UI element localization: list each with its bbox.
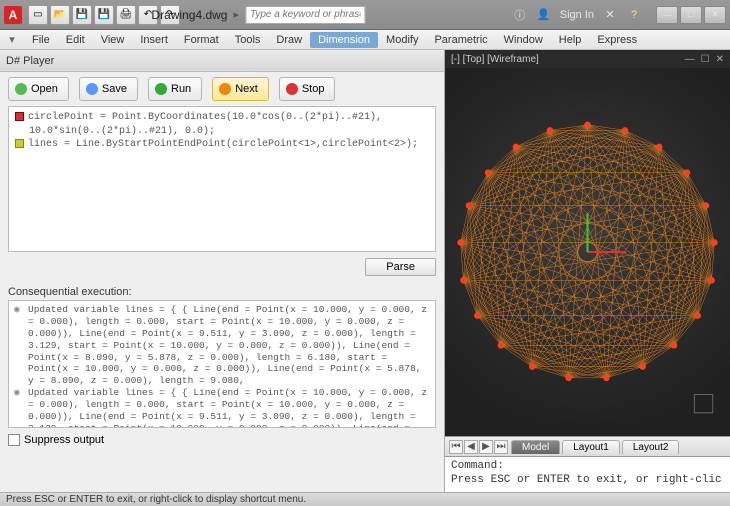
vp-restore-icon[interactable]: ☐ xyxy=(701,54,710,65)
player-toolbar: Open Save Run Next Stop xyxy=(0,72,444,106)
layout-tab-row: ⏮ ◀ ▶ ⏭ Model Layout1 Layout2 xyxy=(445,436,730,456)
menu-bar: ▾ File Edit View Insert Format Tools Dra… xyxy=(0,30,730,50)
tab-layout2[interactable]: Layout2 xyxy=(622,440,680,454)
tab-model[interactable]: Model xyxy=(511,440,560,454)
menu-format[interactable]: Format xyxy=(176,32,227,48)
menu-view[interactable]: View xyxy=(93,32,133,48)
bullet-icon: ◉ xyxy=(14,387,28,428)
tab-first-icon[interactable]: ⏮ xyxy=(449,440,463,454)
menu-edit[interactable]: Edit xyxy=(58,32,93,48)
menu-insert[interactable]: Insert xyxy=(132,32,176,48)
stop-button[interactable]: Stop xyxy=(279,77,336,101)
code-editor[interactable]: circlePoint = Point.ByCoordinates(10.0*c… xyxy=(8,106,436,252)
code-text: lines = Line.ByStartPointEndPoint(circle… xyxy=(28,139,418,150)
execution-output[interactable]: ◉Updated variable lines = { { Line(end =… xyxy=(8,300,436,428)
current-line-icon[interactable] xyxy=(15,139,24,148)
code-text: 10.0*sin(0..(2*pi)..#21), 0.0); xyxy=(15,125,429,139)
exchange-icon[interactable]: ✕ xyxy=(602,7,618,23)
menu-file[interactable]: File xyxy=(24,32,58,48)
workspace-dropdown-icon[interactable]: ▾ xyxy=(4,32,20,48)
command-text: Press ESC or ENTER to exit, or right-cli… xyxy=(451,473,724,487)
command-line[interactable]: Command: Press ESC or ENTER to exit, or … xyxy=(445,456,730,492)
run-button[interactable]: Run xyxy=(148,77,202,101)
qat-open-icon[interactable]: 📂 xyxy=(50,5,70,25)
panel-title: D# Player xyxy=(0,50,444,72)
qat-plot-icon[interactable]: 🖨 xyxy=(116,5,136,25)
command-text: Command: xyxy=(451,459,724,473)
suppress-label: Suppress output xyxy=(24,434,104,446)
qat-saveas-icon[interactable]: 💾 xyxy=(94,5,114,25)
signin-label[interactable]: Sign In xyxy=(560,9,594,21)
maximize-icon[interactable]: ☐ xyxy=(680,6,702,24)
help-icon[interactable]: ? xyxy=(626,7,642,23)
infocenter-icon[interactable]: ⓘ xyxy=(512,7,528,23)
parse-button[interactable]: Parse xyxy=(365,258,436,276)
breakpoint-icon[interactable] xyxy=(15,112,24,121)
menu-modify[interactable]: Modify xyxy=(378,32,426,48)
viewport-panel: [-] [Top] [Wireframe] — ☐ ✕ ⏮ ◀ ▶ ⏭ Mode… xyxy=(445,50,730,492)
qat-save-icon[interactable]: 💾 xyxy=(72,5,92,25)
status-text: Press ESC or ENTER to exit, or right-cli… xyxy=(6,494,306,505)
menu-help[interactable]: Help xyxy=(551,32,590,48)
menu-parametric[interactable]: Parametric xyxy=(426,32,495,48)
tab-layout1[interactable]: Layout1 xyxy=(562,440,620,454)
code-text: circlePoint = Point.ByCoordinates(10.0*c… xyxy=(28,112,382,123)
tab-last-icon[interactable]: ⏭ xyxy=(494,440,508,454)
menu-dimension[interactable]: Dimension xyxy=(310,32,378,48)
open-button[interactable]: Open xyxy=(8,77,69,101)
signin-user-icon[interactable]: 👤 xyxy=(536,7,552,23)
next-button[interactable]: Next xyxy=(212,77,269,101)
menu-express[interactable]: Express xyxy=(589,32,645,48)
app-logo-icon[interactable]: A xyxy=(4,6,22,24)
exec-text: Updated variable lines = { { Line(end = … xyxy=(28,304,430,387)
dsharp-player-panel: D# Player Open Save Run Next Stop circle… xyxy=(0,50,445,492)
vp-close-icon[interactable]: ✕ xyxy=(716,54,724,65)
close-icon[interactable]: ✕ xyxy=(704,6,726,24)
tab-prev-icon[interactable]: ◀ xyxy=(464,440,478,454)
title-dropdown-icon[interactable]: ▸ xyxy=(233,8,239,21)
help-search-input[interactable] xyxy=(245,6,365,24)
menu-window[interactable]: Window xyxy=(496,32,551,48)
drawing-viewport[interactable] xyxy=(445,68,730,436)
document-title: Drawing4.dwg xyxy=(151,8,227,22)
viewport-label[interactable]: [-] [Top] [Wireframe] xyxy=(451,54,539,65)
bullet-icon: ◉ xyxy=(14,304,28,387)
tab-next-icon[interactable]: ▶ xyxy=(479,440,493,454)
execution-label: Consequential execution: xyxy=(0,282,444,300)
status-bar: Press ESC or ENTER to exit, or right-cli… xyxy=(0,492,730,506)
save-button[interactable]: Save xyxy=(79,77,138,101)
qat-new-icon[interactable]: ▭ xyxy=(28,5,48,25)
minimize-icon[interactable]: — xyxy=(656,6,678,24)
title-bar: A ▭ 📂 💾 💾 🖨 ↶ ↷ Drawing4.dwg ▸ ⓘ 👤 Sign … xyxy=(0,0,730,30)
suppress-checkbox[interactable] xyxy=(8,434,20,446)
menu-draw[interactable]: Draw xyxy=(268,32,310,48)
vp-minimize-icon[interactable]: — xyxy=(685,54,695,65)
menu-tools[interactable]: Tools xyxy=(227,32,269,48)
exec-text: Updated variable lines = { { Line(end = … xyxy=(28,387,430,428)
